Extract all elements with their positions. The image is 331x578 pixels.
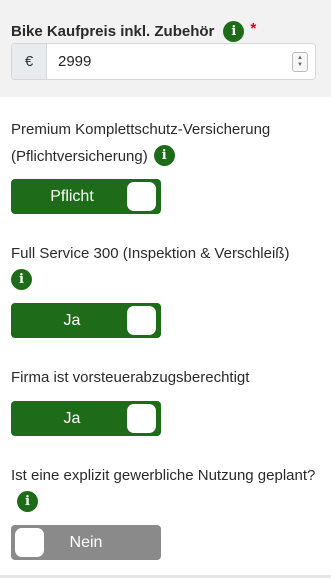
commercial-use-toggle[interactable]: Nein	[11, 525, 161, 560]
info-icon[interactable]: i	[223, 21, 245, 42]
full-service-toggle-text: Ja	[63, 311, 81, 329]
premium-insurance-label: Premium Komplettschutz-Versicherung (Pfl…	[11, 116, 321, 170]
commercial-use-label: Ist eine explizit gewerbliche Nutzung ge…	[11, 462, 321, 516]
full-service-toggle[interactable]: Ja	[11, 303, 161, 338]
vat-deduction-toggle[interactable]: Ja	[11, 401, 161, 436]
premium-insurance-toggle[interactable]: Pflicht	[11, 179, 161, 214]
toggle-knob[interactable]	[127, 306, 156, 335]
currency-addon: €	[12, 44, 47, 79]
full-service-label: Full Service 300 (Inspektion & Verschlei…	[11, 240, 321, 294]
toggle-knob[interactable]	[127, 182, 156, 211]
premium-insurance-toggle-text: Pflicht	[50, 187, 94, 205]
price-input-group: € ▲ ▼	[11, 43, 316, 80]
info-icon[interactable]: i	[11, 268, 32, 290]
price-input[interactable]	[47, 44, 285, 79]
toggle-knob[interactable]	[127, 404, 156, 433]
vat-deduction-label: Firma ist vorsteuerabzugsberechtigt	[11, 364, 321, 391]
info-icon[interactable]: i	[17, 490, 38, 512]
commercial-use-label-text: Ist eine explizit gewerbliche Nutzung ge…	[11, 467, 316, 484]
chevron-down-icon[interactable]: ▼	[297, 62, 303, 69]
stepper-arrows-icon[interactable]: ▲ ▼	[292, 51, 308, 72]
vat-deduction-toggle-text: Ja	[63, 409, 81, 427]
full-service-label-text: Full Service 300 (Inspektion & Verschlei…	[11, 245, 290, 262]
commercial-use-toggle-text: Nein	[69, 533, 103, 551]
price-stepper[interactable]: ▲ ▼	[285, 44, 315, 79]
price-label-row: Bike Kaufpreis inkl. Zubehör i *	[11, 20, 257, 42]
price-label: Bike Kaufpreis inkl. Zubehör	[11, 23, 215, 40]
required-marker: *	[250, 20, 257, 37]
price-section: Bike Kaufpreis inkl. Zubehör i * € ▲ ▼	[0, 0, 331, 97]
chevron-up-icon[interactable]: ▲	[297, 55, 303, 62]
info-icon[interactable]: i	[153, 144, 175, 166]
vat-deduction-label-text: Firma ist vorsteuerabzugsberechtigt	[11, 369, 250, 386]
premium-insurance-label-text: Premium Komplettschutz-Versicherung (Pfl…	[11, 121, 271, 165]
